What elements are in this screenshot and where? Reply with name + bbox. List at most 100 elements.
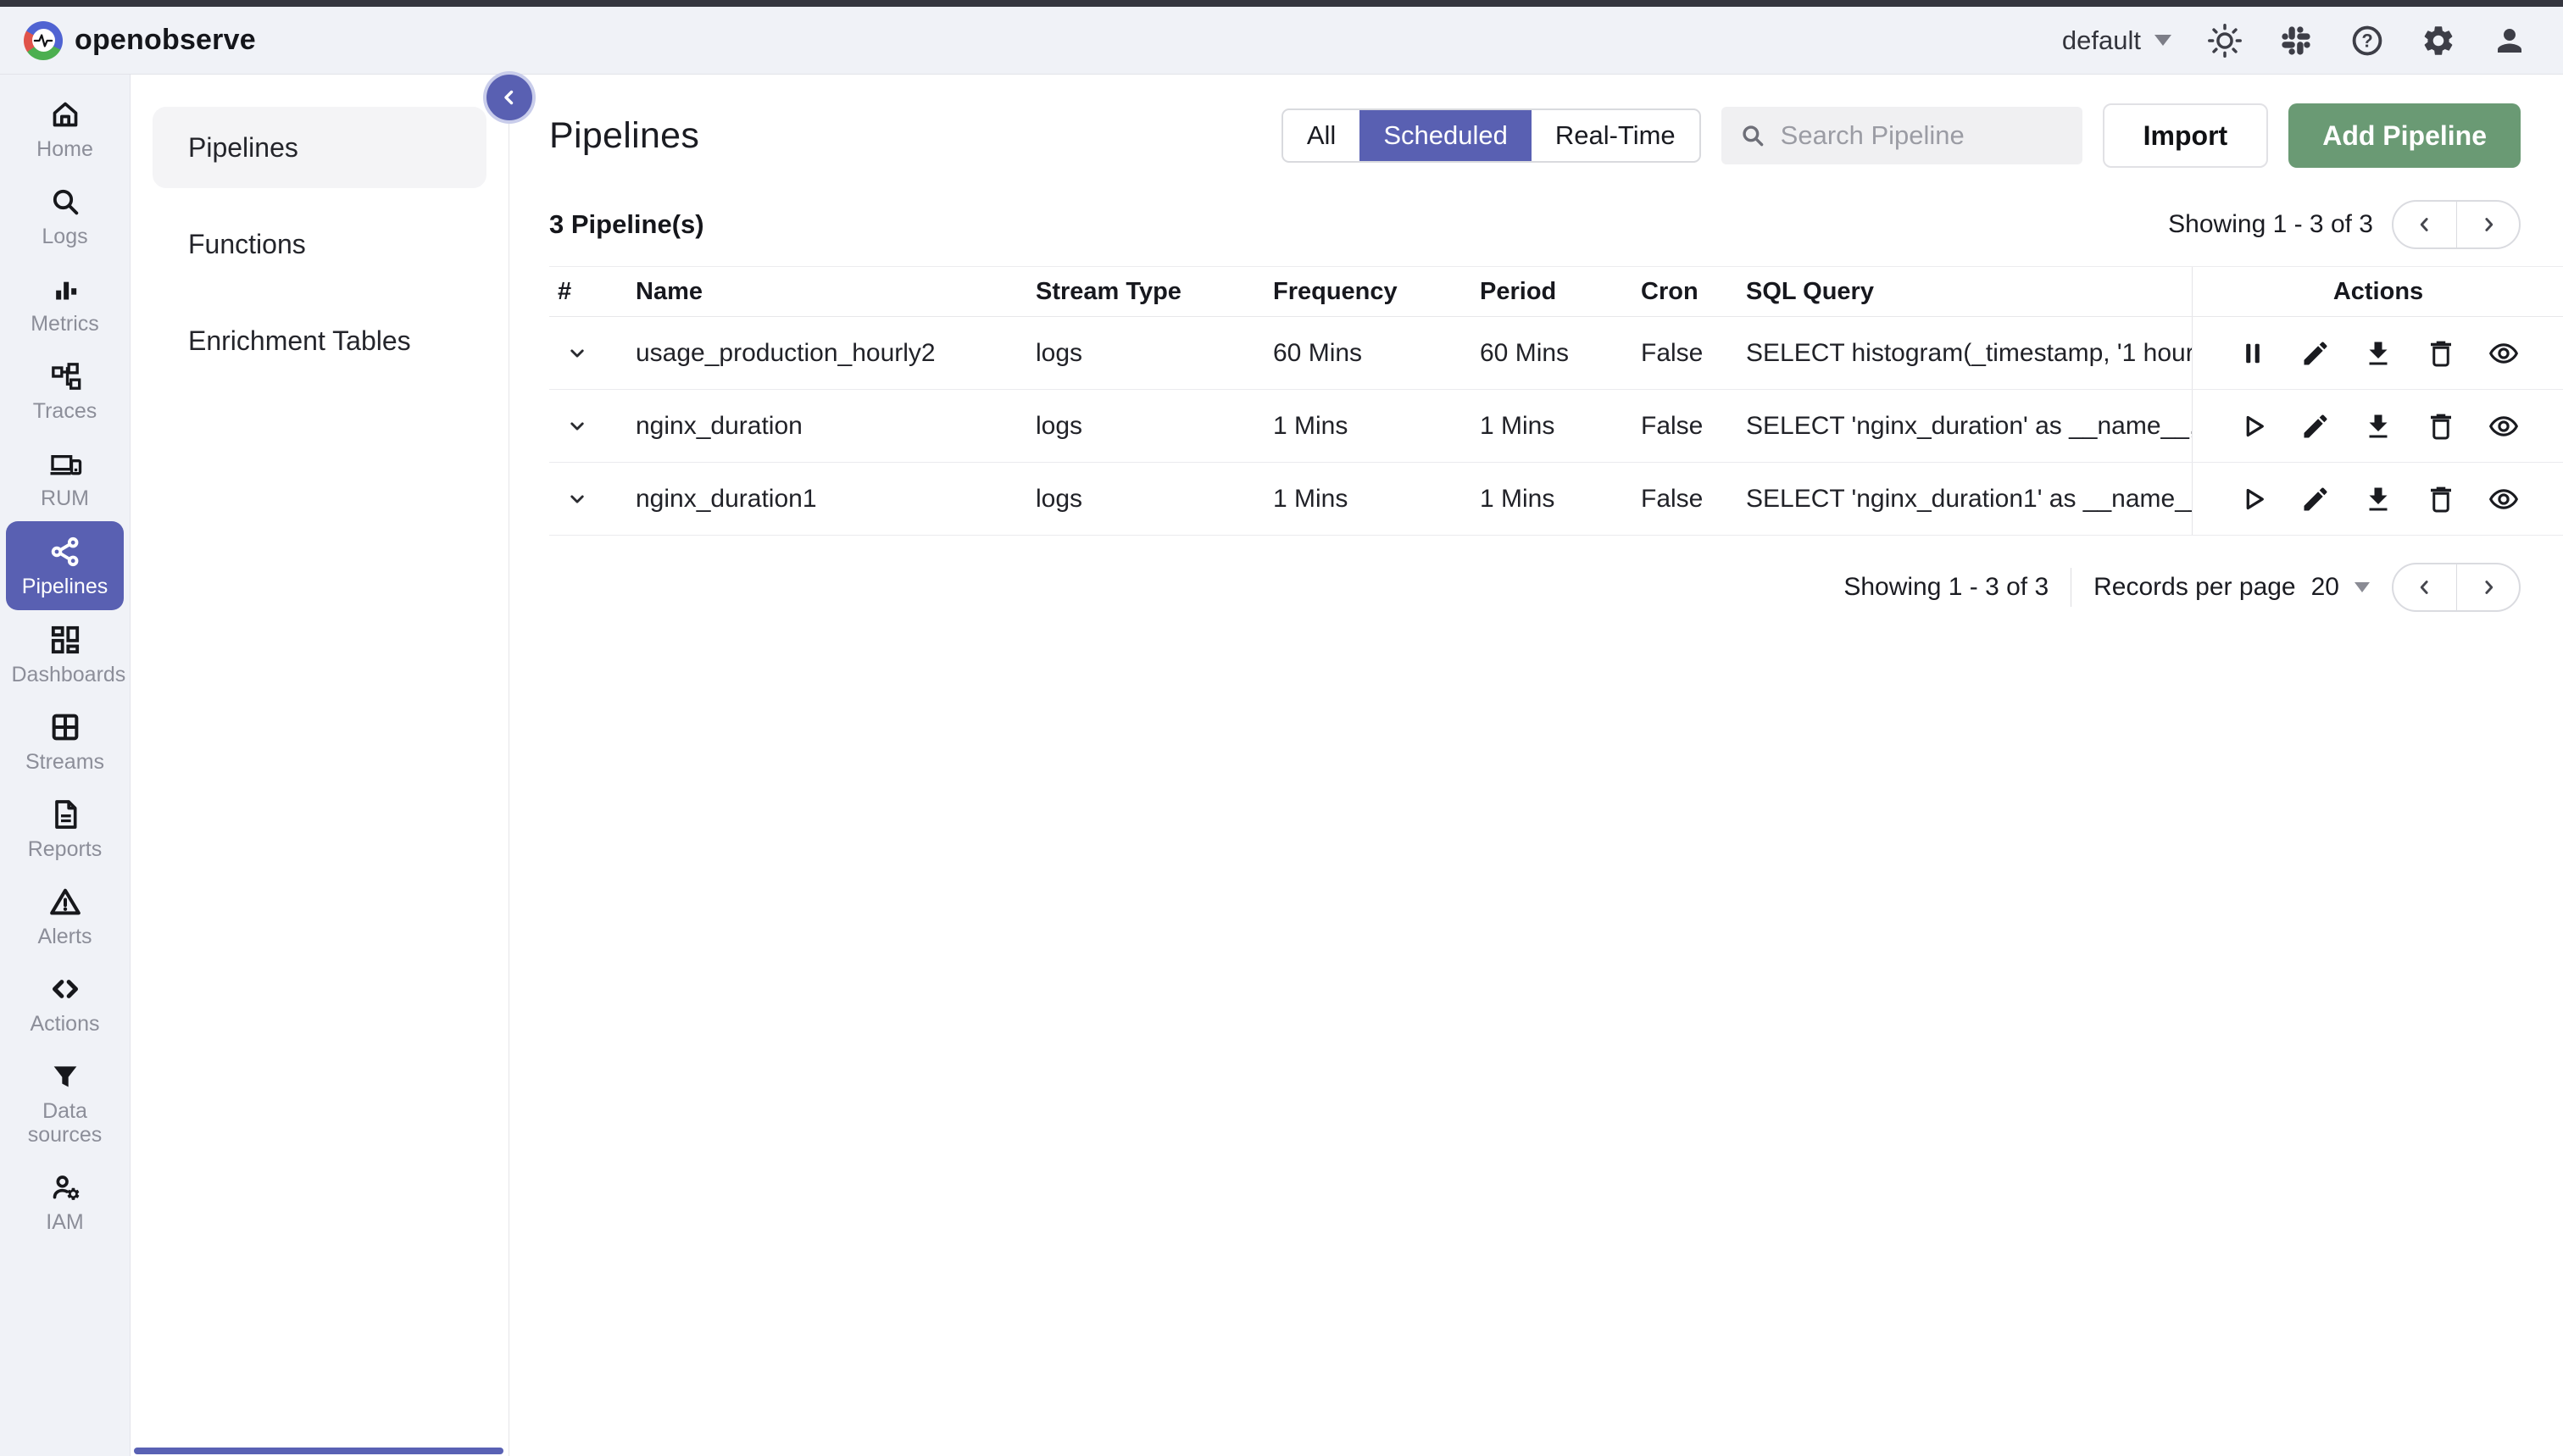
tab-all[interactable]: All xyxy=(1283,110,1359,161)
slack-icon[interactable] xyxy=(2278,23,2314,58)
sidebar-item-label: IAM xyxy=(46,1210,83,1234)
sidebar-item-label: Alerts xyxy=(38,925,92,948)
sidebar-item-reports[interactable]: Reports xyxy=(0,785,130,872)
col-stream-type: Stream Type xyxy=(1019,278,1263,306)
table-row: usage_production_hourly2 logs 60 Mins 60… xyxy=(549,317,2563,390)
sidebar-item-rum[interactable]: RUM xyxy=(0,434,130,521)
sidebar-item-logs[interactable]: Logs xyxy=(0,172,130,259)
next-page-button[interactable] xyxy=(2456,202,2519,247)
pause-pipeline-icon[interactable] xyxy=(2238,338,2268,369)
sidebar-item-label: Traces xyxy=(33,399,97,423)
pagination-bottom xyxy=(2392,563,2521,612)
sidebar-item-label: Logs xyxy=(42,225,87,248)
showing-range-top: Showing 1 - 3 of 3 xyxy=(2168,210,2373,239)
pipeline-period: 60 Mins xyxy=(1471,339,1634,368)
download-pipeline-icon[interactable] xyxy=(2363,411,2393,442)
pipeline-sql-query: SELECT 'nginx_duration1' as __name__, 'g… xyxy=(1736,485,2192,514)
download-pipeline-icon[interactable] xyxy=(2363,484,2393,514)
prev-page-button[interactable] xyxy=(2393,564,2456,610)
edit-pipeline-icon[interactable] xyxy=(2300,484,2331,514)
pipeline-stream-type: logs xyxy=(1019,485,1263,514)
view-pipeline-icon[interactable] xyxy=(2488,411,2519,442)
brand[interactable]: openobserve xyxy=(24,21,256,60)
subnav-item-label: Enrichment Tables xyxy=(188,325,411,357)
expand-row-icon[interactable] xyxy=(564,486,590,512)
iam-user-gear-icon xyxy=(48,1170,82,1204)
traces-icon xyxy=(48,359,82,393)
search-pipeline-input[interactable] xyxy=(1781,120,2065,151)
sidebar-item-data-sources[interactable]: Data sources xyxy=(0,1047,130,1158)
pipeline-frequency: 60 Mins xyxy=(1263,339,1471,368)
expand-row-icon[interactable] xyxy=(564,341,590,366)
delete-pipeline-icon[interactable] xyxy=(2426,338,2456,369)
sidebar-item-metrics[interactable]: Metrics xyxy=(0,259,130,347)
sidebar-item-home[interactable]: Home xyxy=(0,85,130,172)
view-pipeline-icon[interactable] xyxy=(2488,338,2519,369)
reports-document-icon xyxy=(48,797,82,831)
edit-pipeline-icon[interactable] xyxy=(2300,338,2331,369)
col-actions: Actions xyxy=(2192,267,2563,316)
pipeline-cron: False xyxy=(1634,339,1736,368)
horizontal-scrollbar[interactable] xyxy=(134,1448,503,1454)
help-icon[interactable]: ? xyxy=(2349,23,2385,58)
chevron-left-icon xyxy=(499,87,520,108)
settings-gear-icon[interactable] xyxy=(2421,23,2456,58)
table-row: nginx_duration1 logs 1 Mins 1 Mins False… xyxy=(549,463,2563,536)
delete-pipeline-icon[interactable] xyxy=(2426,411,2456,442)
sidebar-item-label: RUM xyxy=(41,486,89,510)
sidebar-item-label: Actions xyxy=(31,1012,100,1036)
sidebar-item-label: Reports xyxy=(28,837,103,861)
expand-row-icon[interactable] xyxy=(564,414,590,439)
chevron-right-icon xyxy=(2477,576,2499,598)
prev-page-button[interactable] xyxy=(2393,202,2456,247)
pipelines-table: # Name Stream Type Frequency Period Cron… xyxy=(549,266,2563,536)
streams-grid-icon xyxy=(48,710,82,744)
pipeline-sql-query: SELECT histogram(_timestamp, '1 hour') a… xyxy=(1736,339,2192,368)
subnav-item-functions[interactable]: Functions xyxy=(153,203,486,285)
edit-pipeline-icon[interactable] xyxy=(2300,411,2331,442)
metrics-bars-icon xyxy=(48,272,82,306)
pipeline-stream-type: logs xyxy=(1019,412,1263,441)
records-per-page-value: 20 xyxy=(2311,573,2339,602)
topbar: openobserve default ? xyxy=(0,7,2563,75)
pulse-icon xyxy=(33,31,53,51)
pipeline-cron: False xyxy=(1634,485,1736,514)
org-selector[interactable]: default xyxy=(2062,25,2171,56)
next-page-button[interactable] xyxy=(2456,564,2519,610)
sidebar-item-dashboards[interactable]: Dashboards xyxy=(0,610,130,697)
sidebar-item-streams[interactable]: Streams xyxy=(0,697,130,785)
profile-icon[interactable] xyxy=(2492,23,2527,58)
sidebar-item-alerts[interactable]: Alerts xyxy=(0,872,130,959)
start-pipeline-icon[interactable] xyxy=(2238,411,2268,442)
actions-code-icon xyxy=(48,972,82,1006)
pipeline-name: usage_production_hourly2 xyxy=(631,339,1019,368)
sidebar-item-pipelines[interactable]: Pipelines xyxy=(6,521,124,610)
svg-text:?: ? xyxy=(2361,30,2372,51)
subnav-item-enrichment-tables[interactable]: Enrichment Tables xyxy=(153,300,486,381)
pipeline-frequency: 1 Mins xyxy=(1263,485,1471,514)
openobserve-logo-icon xyxy=(24,21,63,60)
home-icon xyxy=(48,97,82,131)
pipeline-period: 1 Mins xyxy=(1471,485,1634,514)
col-sql-query: SQL Query xyxy=(1736,278,2192,306)
sidebar-item-traces[interactable]: Traces xyxy=(0,347,130,434)
view-pipeline-icon[interactable] xyxy=(2488,484,2519,514)
tab-scheduled[interactable]: Scheduled xyxy=(1359,110,1532,161)
collapse-sidebar-button[interactable] xyxy=(486,75,532,120)
tab-real-time[interactable]: Real-Time xyxy=(1532,110,1699,161)
sidebar-item-actions[interactable]: Actions xyxy=(0,959,130,1047)
start-pipeline-icon[interactable] xyxy=(2238,484,2268,514)
records-per-page-select[interactable]: Records per page 20 xyxy=(2093,573,2370,602)
sidebar-item-label: Dashboards xyxy=(12,663,119,686)
pipelines-subnav: Pipelines Functions Enrichment Tables xyxy=(131,75,509,1456)
import-button[interactable]: Import xyxy=(2103,103,2269,168)
download-pipeline-icon[interactable] xyxy=(2363,338,2393,369)
alerts-warning-icon xyxy=(48,885,82,919)
subnav-item-pipelines[interactable]: Pipelines xyxy=(153,107,486,188)
delete-pipeline-icon[interactable] xyxy=(2426,484,2456,514)
logs-search-icon xyxy=(48,185,82,219)
sidebar-item-iam[interactable]: IAM xyxy=(0,1158,130,1245)
add-pipeline-button[interactable]: Add Pipeline xyxy=(2288,103,2521,168)
light-mode-icon[interactable] xyxy=(2207,23,2243,58)
pipelines-share-icon xyxy=(48,535,82,569)
